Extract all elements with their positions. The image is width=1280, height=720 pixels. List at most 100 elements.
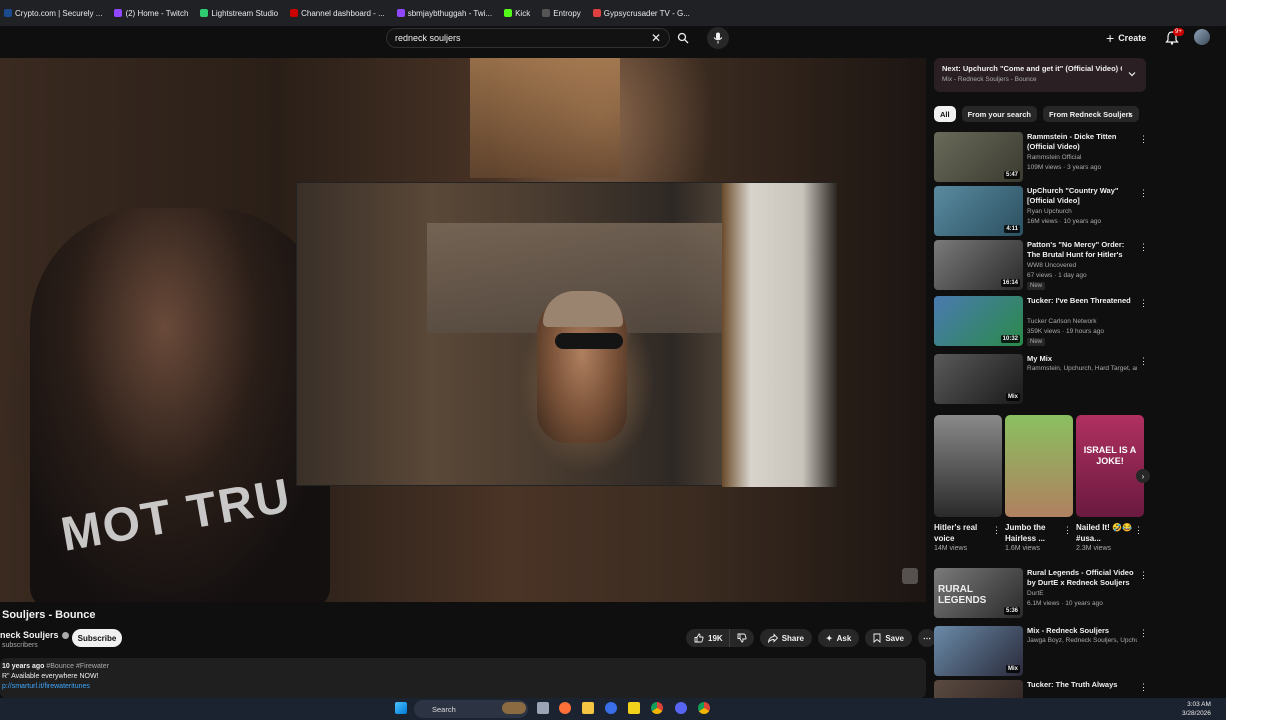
bookmark-item[interactable]: Lightstream Studio	[200, 9, 278, 18]
subscribe-button[interactable]: Subscribe	[72, 629, 122, 647]
channel-name[interactable]: Tucker Carlson Network	[1027, 318, 1137, 325]
more-vert-icon[interactable]: ⋮	[992, 525, 1001, 536]
video-title[interactable]: Tucker: The Truth Always	[1027, 680, 1135, 690]
search-input[interactable]: redneck souljers ✕	[386, 28, 670, 48]
recommended-video[interactable]: Mix Mix - Redneck Souljers Jawga Boyz, Red…	[934, 626, 1148, 678]
ask-button[interactable]: ✦ Ask	[817, 629, 860, 647]
hashtags[interactable]: #Bounce #Firewater	[46, 663, 109, 670]
description-link[interactable]: p://smarturl.it/firewateritunes	[2, 682, 924, 692]
short-thumbnail[interactable]	[934, 415, 1002, 517]
bookmark-item[interactable]: Entropy	[542, 9, 581, 18]
norton-icon[interactable]	[628, 702, 640, 714]
short-title[interactable]: Hitler's real voice	[934, 522, 990, 544]
video-thumbnail[interactable]: Mix	[934, 626, 1023, 676]
more-vert-icon[interactable]: ⋮	[1139, 298, 1148, 309]
create-button[interactable]: + Create	[1106, 30, 1146, 46]
chevron-down-icon[interactable]	[1128, 70, 1136, 78]
video-title[interactable]: Tucker: I've Been Threatened	[1027, 296, 1135, 306]
video-title[interactable]: UpChurch "Country Way" [Official Video]	[1027, 186, 1135, 206]
short-title[interactable]: Nailed It! 🤣😂 #usa...	[1076, 522, 1132, 544]
more-vert-icon[interactable]: ⋮	[1139, 628, 1148, 639]
short-video[interactable]: ISRAEL IS A JOKE! Nailed It! 🤣😂 #usa... 2.…	[1076, 415, 1144, 552]
channel-name[interactable]: neck Souljers	[0, 630, 69, 640]
search-button[interactable]	[672, 28, 694, 48]
player-corner-control[interactable]	[902, 568, 918, 584]
bookmark-item[interactable]: Kick	[504, 9, 530, 18]
short-thumbnail[interactable]	[1005, 415, 1073, 517]
video-title[interactable]: Patton's "No Mercy" Order: The Brutal Hu…	[1027, 240, 1135, 261]
windows-start-icon[interactable]	[395, 702, 407, 714]
share-button[interactable]: Share	[759, 629, 812, 647]
recommended-video[interactable]: 5:47 Rammstein - Dicke Titten (Official V…	[934, 132, 1148, 184]
filter-chip[interactable]: From Redneck Souljers	[1042, 106, 1139, 122]
save-button[interactable]: Save	[865, 629, 912, 647]
recommended-video[interactable]: 4:11 UpChurch "Country Way" [Official Vid…	[934, 186, 1148, 238]
short-video[interactable]: Hitler's real voice 14M views ⋮	[934, 415, 1002, 552]
filter-chip[interactable]: All	[934, 106, 956, 122]
recommended-video[interactable]: 16:14 Patton's "No Mercy" Order: The Brut…	[934, 240, 1148, 292]
dislike-button[interactable]	[729, 629, 754, 647]
video-player[interactable]: MOT TRU	[0, 58, 926, 602]
description-box[interactable]: 10 years ago #Bounce #Firewater R" Avail…	[0, 658, 926, 698]
task-view-icon[interactable]	[537, 702, 549, 714]
voice-search-button[interactable]	[707, 27, 729, 49]
recommended-video[interactable]: RURAL LEGENDS 5:36 Rural Legends - Officia…	[934, 568, 1148, 620]
discord-icon[interactable]	[675, 702, 687, 714]
bookmark-item[interactable]: Crypto.com | Securely ...	[4, 9, 102, 18]
duration-badge: Mix	[1005, 665, 1020, 673]
video-thumbnail[interactable]: Mix	[934, 354, 1023, 404]
shorts-next-button[interactable]: ›	[1136, 469, 1150, 483]
short-video[interactable]: Jumbo the Hairless ... 1.6M views ⋮	[1005, 415, 1073, 552]
more-vert-icon[interactable]: ⋮	[1139, 570, 1148, 581]
file-explorer-icon[interactable]	[582, 702, 594, 714]
video-title[interactable]: Rammstein - Dicke Titten (Official Video…	[1027, 132, 1135, 152]
bookmark-label: sbmjaybthuggah - Twi...	[407, 8, 493, 18]
description-line: R" Available everywhere NOW!	[2, 673, 99, 680]
chrome-icon[interactable]	[651, 702, 663, 714]
short-thumbnail[interactable]: ISRAEL IS A JOKE!	[1076, 415, 1144, 517]
channel-name[interactable]: DurtE	[1027, 590, 1137, 597]
more-vert-icon[interactable]: ⋮	[1134, 525, 1143, 536]
avatar[interactable]	[1194, 29, 1210, 45]
next-up-panel[interactable]: Next: Upchurch "Come and get it" (Offici…	[934, 58, 1146, 92]
edge-icon[interactable]	[605, 702, 617, 714]
view-stats: 6.1M views · 10 years ago	[1027, 600, 1103, 607]
channel-name[interactable]: Rammstein, Upchurch, Hard Target, and ..…	[1027, 365, 1137, 372]
bookmark-item[interactable]: Channel dashboard - ...	[290, 9, 385, 18]
recommended-video[interactable]: 10:32 Tucker: I've Been Threatened Tucker …	[934, 296, 1148, 348]
more-vert-icon[interactable]: ⋮	[1139, 356, 1148, 367]
video-thumbnail[interactable]: 10:32	[934, 296, 1023, 346]
video-title[interactable]: My Mix	[1027, 354, 1135, 364]
video-thumbnail[interactable]: 4:11	[934, 186, 1023, 236]
more-vert-icon[interactable]: ⋮	[1063, 525, 1072, 536]
more-vert-icon[interactable]: ⋮	[1139, 188, 1148, 199]
channel-name[interactable]: Ryan Upchurch	[1027, 208, 1137, 215]
short-title[interactable]: Jumbo the Hairless ...	[1005, 522, 1061, 544]
bookmark-item[interactable]: sbmjaybthuggah - Twi...	[396, 8, 493, 18]
firefox-icon[interactable]	[559, 702, 571, 714]
channel-name[interactable]: WW8 Uncovered	[1027, 262, 1137, 269]
video-title: Souljers - Bounce	[2, 609, 96, 621]
recommended-video[interactable]: Mix My Mix Rammstein, Upchurch, Hard Targe…	[934, 354, 1148, 406]
video-title[interactable]: Rural Legends - Official Video by DurtE …	[1027, 568, 1135, 588]
thumbnail-text: RURAL LEGENDS	[938, 584, 987, 606]
taskbar-clock[interactable]: 3:03 AM 3/28/2026	[1182, 700, 1211, 718]
duration-badge: 5:47	[1003, 171, 1020, 179]
more-vert-icon[interactable]: ⋮	[1139, 242, 1148, 253]
chevron-right-icon[interactable]: ›	[1128, 109, 1131, 120]
video-thumbnail[interactable]: 16:14	[934, 240, 1023, 290]
bookmark-item[interactable]: Gypsycrusader TV - G...	[592, 9, 690, 18]
more-vert-icon[interactable]: ⋮	[1139, 134, 1148, 145]
like-button[interactable]: 19K	[686, 629, 730, 647]
video-title[interactable]: Mix - Redneck Souljers	[1027, 626, 1135, 636]
filter-chip[interactable]: From your search	[961, 106, 1037, 122]
chrome-alt-icon[interactable]	[698, 702, 710, 714]
video-thumbnail[interactable]: 5:47	[934, 132, 1023, 182]
screen-right-edge	[1226, 0, 1280, 720]
bookmark-item[interactable]: (2) Home - Twitch	[114, 9, 188, 18]
channel-name[interactable]: Rammstein Official	[1027, 154, 1137, 161]
close-icon[interactable]: ✕	[651, 31, 661, 45]
more-vert-icon[interactable]: ⋮	[1139, 682, 1148, 693]
video-thumbnail[interactable]: RURAL LEGENDS 5:36	[934, 568, 1023, 618]
channel-name[interactable]: Jawga Boyz, Redneck Souljers, Upchurch..…	[1027, 637, 1137, 644]
